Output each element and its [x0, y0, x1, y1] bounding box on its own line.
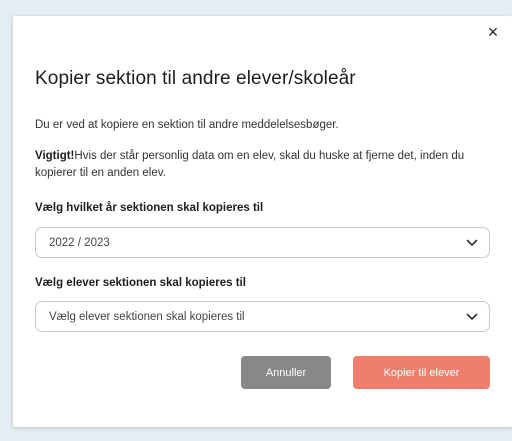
- year-select-value: 2022 / 2023: [49, 236, 110, 249]
- copy-section-dialog: × Kopier sektion til andre elever/skoleå…: [13, 16, 512, 427]
- warning-strong: Vigtigt!: [35, 150, 75, 162]
- year-select[interactable]: 2022 / 2023: [35, 227, 490, 258]
- cancel-button[interactable]: Annuller: [241, 356, 331, 389]
- warning-body: Hvis der står personlig data om en elev,…: [35, 150, 465, 179]
- dialog-title: Kopier sektion til andre elever/skoleår: [35, 68, 356, 89]
- students-field-label: Vælg elever sektionen skal kopieres til: [35, 277, 246, 289]
- chevron-down-icon: [465, 310, 479, 324]
- chevron-down-icon: [465, 236, 479, 250]
- close-icon[interactable]: ×: [483, 22, 503, 42]
- copy-to-students-button[interactable]: Kopier til elever: [353, 356, 490, 389]
- warning-text: Vigtigt!Hvis der står personlig data om …: [35, 148, 495, 182]
- year-field-label: Vælg hvilket år sektionen skal kopieres …: [35, 202, 264, 214]
- intro-text: Du er ved at kopiere en sektion til andr…: [35, 119, 339, 131]
- students-select[interactable]: Vælg elever sektionen skal kopieres til: [35, 301, 490, 332]
- students-select-placeholder: Vælg elever sektionen skal kopieres til: [49, 310, 245, 323]
